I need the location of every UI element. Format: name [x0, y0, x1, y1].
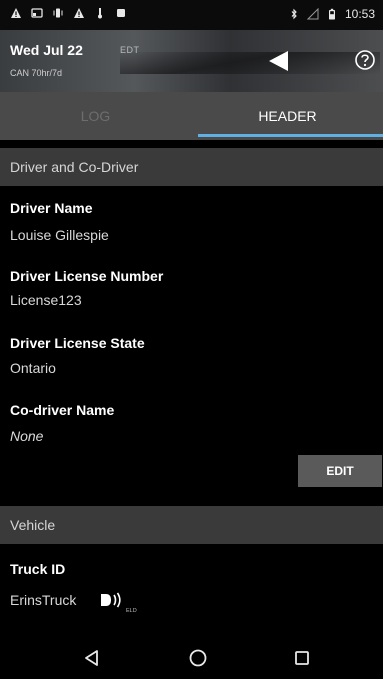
- status-icons-left: [10, 7, 127, 19]
- eld-badge-text: ELD: [126, 608, 137, 614]
- driver-license-number-value: License123: [10, 292, 82, 308]
- vibrate-icon: [53, 8, 63, 18]
- status-bar: 10:53: [0, 0, 383, 30]
- section-driver-header: Driver and Co-Driver: [0, 148, 383, 186]
- back-arrow-icon[interactable]: [266, 48, 292, 74]
- nav-back-icon[interactable]: [80, 646, 104, 670]
- eld-connected-icon: ELD: [101, 592, 137, 614]
- cast-icon: [31, 8, 43, 18]
- driver-license-state-label: Driver License State: [10, 335, 145, 351]
- co-driver-name-value: None: [10, 428, 44, 444]
- help-icon[interactable]: [354, 49, 376, 71]
- header-date: Wed Jul 22: [10, 42, 83, 58]
- app-header: Wed Jul 22 EDT CAN 70hr/7d: [0, 30, 383, 92]
- navigation-bar: [0, 637, 383, 679]
- thermometer-icon: [98, 8, 102, 19]
- header-background: [120, 52, 380, 74]
- nav-home-icon[interactable]: [186, 646, 210, 670]
- edit-button[interactable]: EDIT: [298, 455, 382, 487]
- status-icons-right: 10:53: [288, 7, 375, 21]
- driver-license-number-label: Driver License Number: [10, 268, 164, 284]
- bluetooth-icon: [291, 8, 297, 20]
- truck-id-label: Truck ID: [10, 561, 66, 577]
- tab-header[interactable]: HEADER: [192, 92, 383, 140]
- header-timezone: EDT: [120, 45, 140, 55]
- tab-log[interactable]: LOG: [0, 92, 191, 140]
- truck-id-value: ErinsTruck: [10, 592, 77, 608]
- tab-bar: LOG HEADER: [0, 92, 383, 140]
- notification-icon: [117, 9, 125, 17]
- warning-icon: [74, 8, 84, 18]
- co-driver-name-label: Co-driver Name: [10, 402, 115, 418]
- section-vehicle-header: Vehicle: [0, 506, 383, 544]
- driver-name-value: Louise Gillespie: [10, 227, 109, 243]
- signal-icon: [306, 8, 319, 20]
- nav-recents-icon[interactable]: [290, 646, 314, 670]
- driver-name-label: Driver Name: [10, 200, 93, 216]
- driver-license-state-value: Ontario: [10, 360, 56, 376]
- status-time: 10:53: [344, 7, 375, 21]
- screen: 10:53 Wed Jul 22 EDT CAN 70hr/7d LOG HEA…: [0, 0, 383, 679]
- active-tab-indicator: [198, 134, 383, 137]
- battery-icon: [328, 8, 335, 20]
- warning-icon: [11, 8, 21, 18]
- header-cycle: CAN 70hr/7d: [10, 68, 63, 78]
